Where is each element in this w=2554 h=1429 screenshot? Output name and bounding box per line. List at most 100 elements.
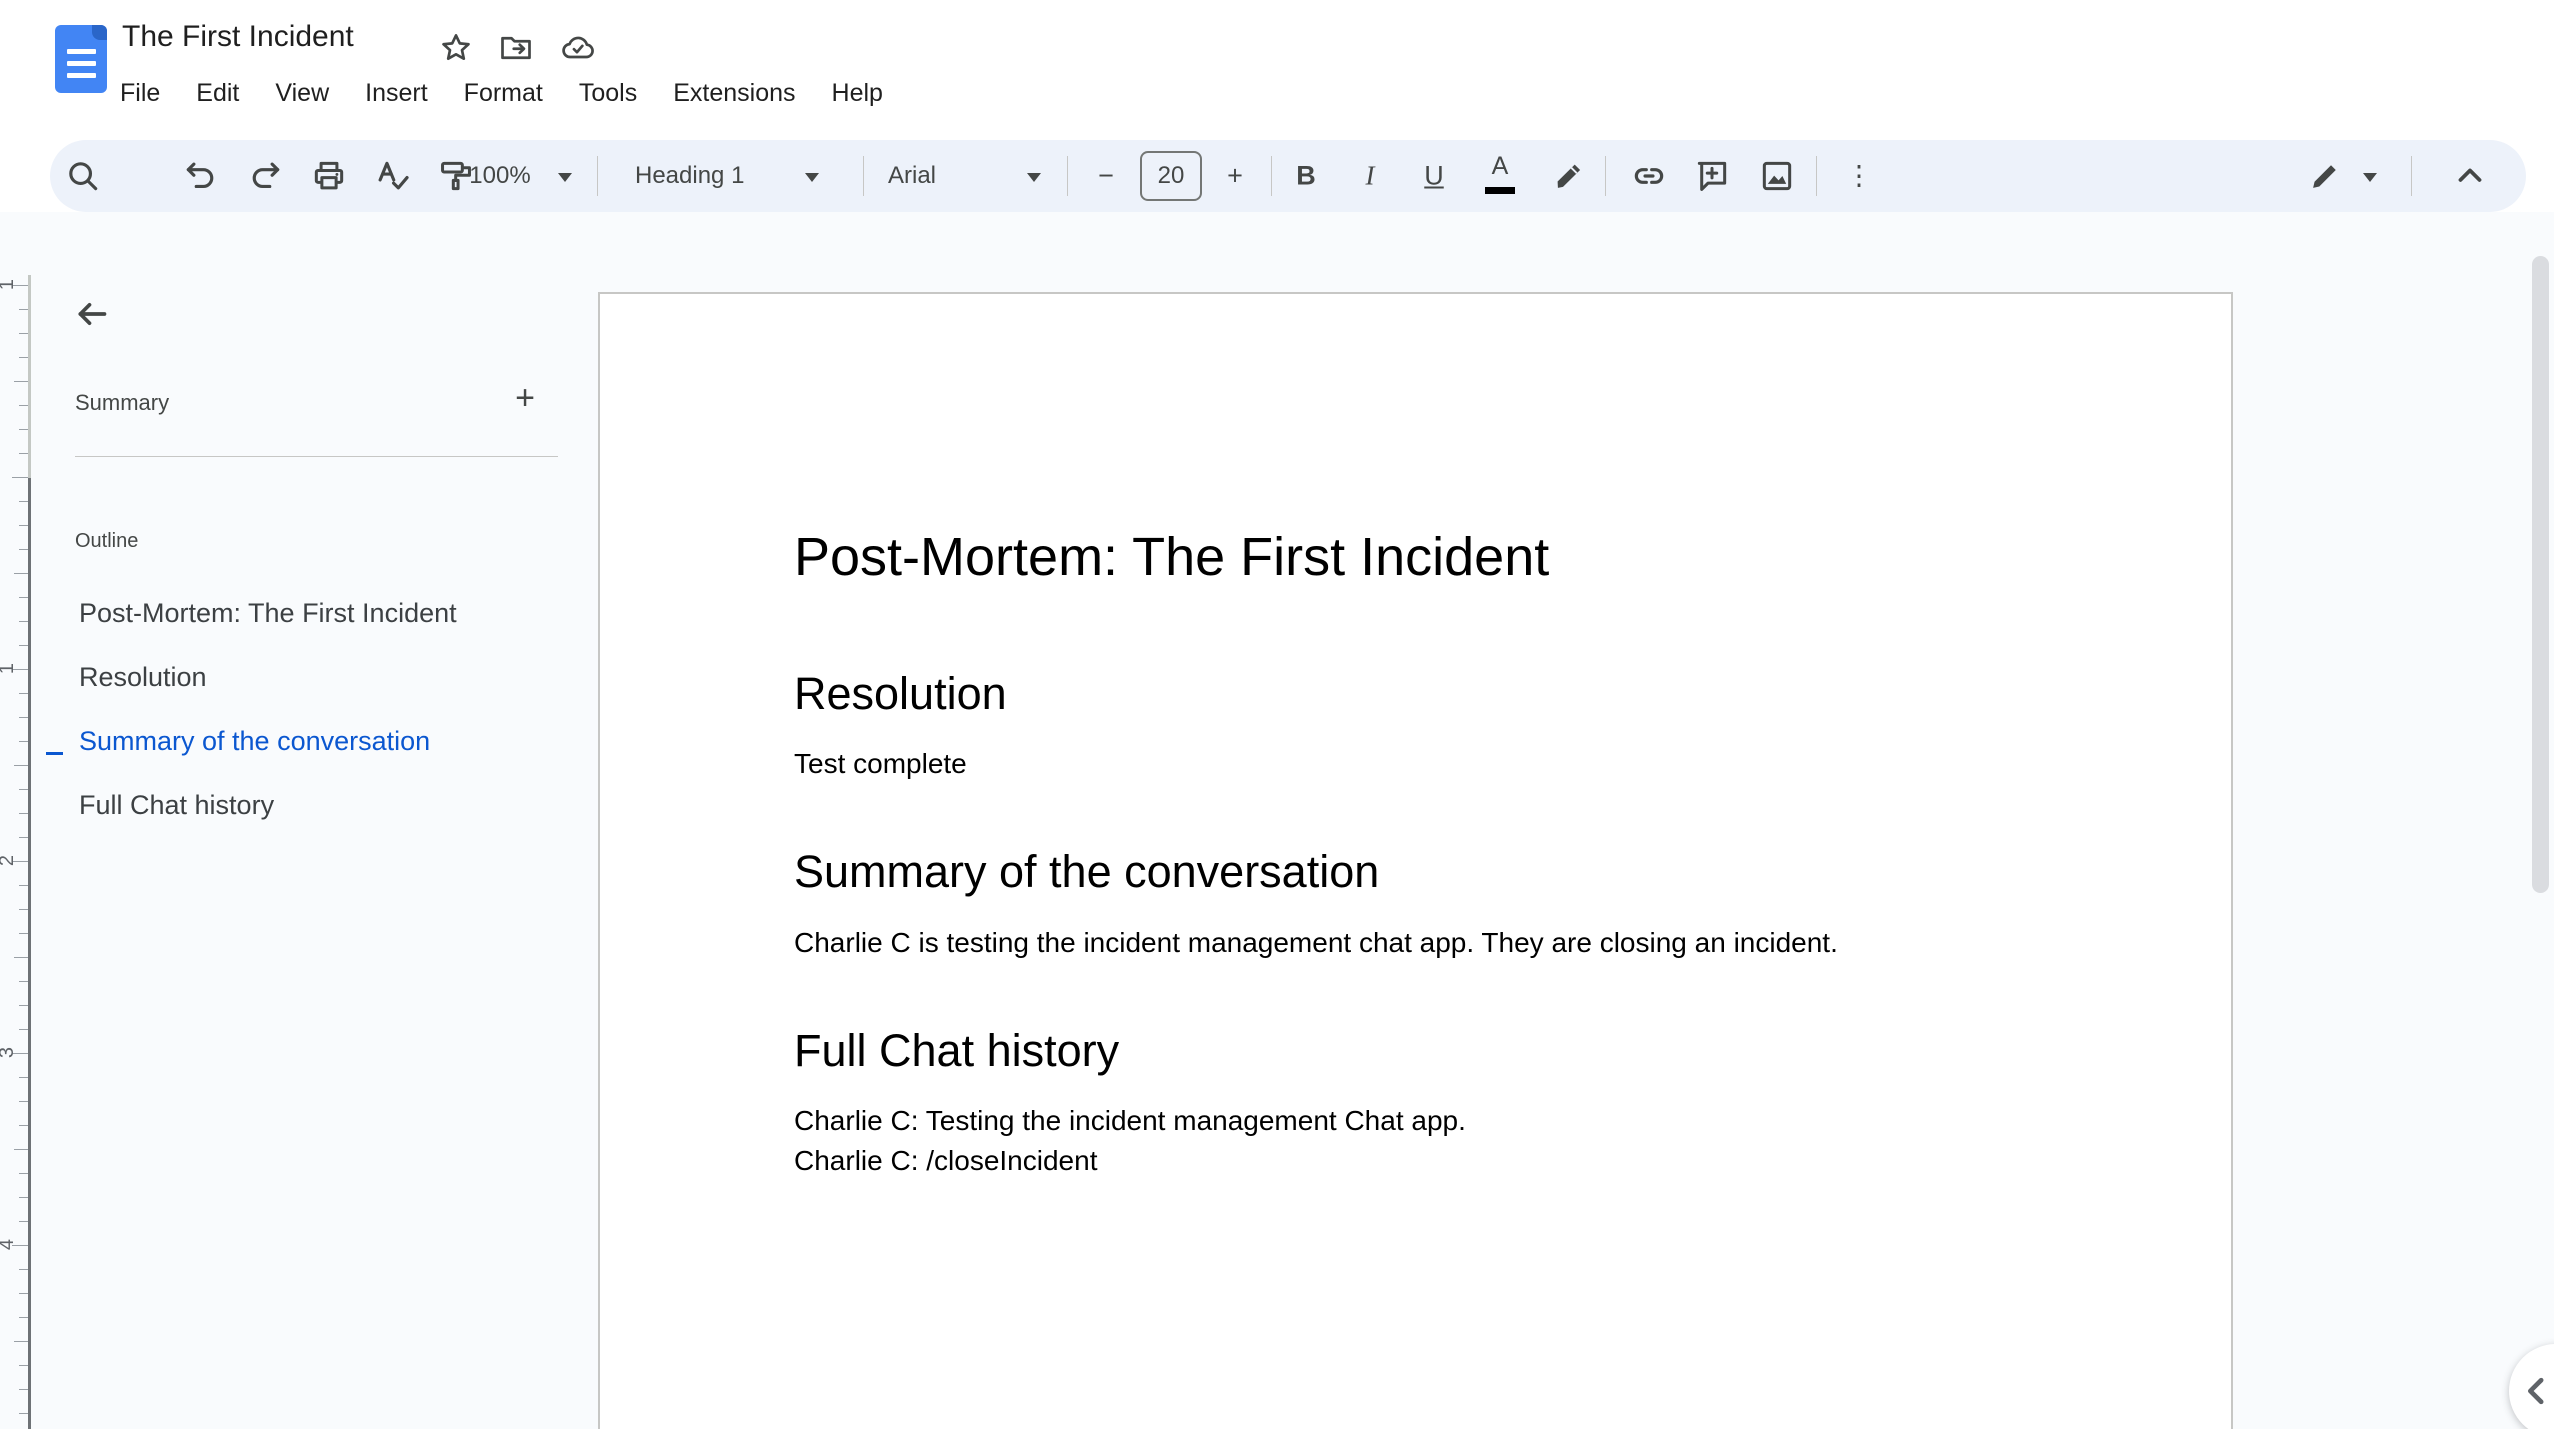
vertical-scrollbar[interactable] (2532, 256, 2549, 893)
ruler-tick (19, 1101, 28, 1102)
menu-tools[interactable]: Tools (579, 76, 637, 110)
move-folder-icon[interactable] (498, 30, 534, 66)
decrease-font-size-button[interactable]: − (1098, 161, 1114, 192)
active-outline-indicator (46, 752, 63, 755)
ruler-tick (19, 1221, 28, 1222)
docs-logo-icon[interactable] (55, 25, 107, 93)
ruler-tick (19, 501, 28, 502)
bold-icon[interactable]: B (1296, 161, 1316, 192)
doc-heading-1[interactable]: Post-Mortem: The First Incident (794, 526, 1549, 588)
ruler-tick (19, 909, 28, 910)
menu-extensions[interactable]: Extensions (673, 76, 795, 110)
doc-paragraph[interactable]: Charlie C: Testing the incident manageme… (794, 1101, 1466, 1141)
spell-check-icon[interactable] (373, 157, 411, 195)
ruler-tick (19, 645, 28, 646)
ruler-tick (19, 885, 28, 886)
more-options-icon[interactable]: ⋮ (1846, 161, 1873, 192)
ruler-margin-segment (28, 275, 31, 478)
doc-heading-resolution[interactable]: Resolution (794, 668, 1007, 720)
increase-font-size-button[interactable]: + (1227, 161, 1243, 192)
ruler-tick (14, 957, 28, 958)
menu-insert[interactable]: Insert (365, 76, 428, 110)
ruler-tick (14, 1149, 28, 1150)
document-title[interactable]: The First Incident (122, 20, 354, 54)
font-select[interactable]: Arial (888, 162, 936, 190)
outline-item[interactable]: Resolution (79, 662, 207, 693)
doc-heading-chat-history[interactable]: Full Chat history (794, 1025, 1119, 1077)
ruler-tick (14, 1341, 28, 1342)
toolbar-divider (2411, 156, 2412, 196)
logo-fold (92, 25, 107, 40)
add-comment-icon[interactable] (1693, 157, 1731, 195)
ruler-tick (19, 1125, 28, 1126)
print-icon[interactable] (310, 157, 348, 195)
google-docs-app: The First Incident File Edit View Insert… (0, 0, 2554, 1429)
doc-paragraph[interactable]: Charlie C is testing the incident manage… (794, 923, 1838, 963)
outline-item[interactable]: Full Chat history (79, 790, 274, 821)
paragraph-style-caret[interactable] (805, 173, 819, 182)
menu-edit[interactable]: Edit (196, 76, 239, 110)
ruler-tick (19, 597, 28, 598)
vertical-ruler[interactable]: 1 1 2 3 4 (0, 271, 46, 1429)
ruler-tick (19, 717, 28, 718)
ruler-tick (19, 789, 28, 790)
ruler-tick (19, 1365, 28, 1366)
outline-label: Outline (75, 530, 139, 552)
menu-format[interactable]: Format (464, 76, 543, 110)
collapse-toolbar-icon[interactable] (2451, 157, 2489, 195)
ruler-tick (19, 429, 28, 430)
ruler-tick (19, 1317, 28, 1318)
doc-paragraph[interactable]: Charlie C: /closeIncident (794, 1141, 1097, 1181)
menu-help[interactable]: Help (832, 76, 883, 110)
ruler-tick (19, 621, 28, 622)
ruler-number: 1 (0, 279, 19, 290)
ruler-tick (19, 333, 28, 334)
editing-mode-icon[interactable] (2306, 157, 2344, 195)
doc-heading-summary[interactable]: Summary of the conversation (794, 846, 1379, 898)
insert-image-icon[interactable] (1758, 157, 1796, 195)
star-icon[interactable] (438, 30, 474, 66)
toolbar-divider (1067, 156, 1068, 196)
redo-icon[interactable] (246, 157, 284, 195)
outline-item[interactable]: Post-Mortem: The First Incident (79, 598, 457, 629)
toolbar-divider (597, 156, 598, 196)
ruler-number: 4 (0, 1239, 19, 1250)
underline-icon[interactable]: U (1424, 161, 1444, 192)
title-actions (438, 30, 598, 66)
top-bar: The First Incident File Edit View Insert… (0, 0, 2554, 140)
paragraph-style-select[interactable]: Heading 1 (635, 162, 744, 190)
search-menus-icon[interactable] (64, 157, 102, 195)
highlight-color-icon[interactable] (1550, 157, 1588, 195)
text-color-icon[interactable]: A (1482, 152, 1518, 198)
italic-icon[interactable]: I (1366, 161, 1375, 192)
panel-divider (75, 456, 558, 457)
ruler-tick (19, 981, 28, 982)
menu-bar: File Edit View Insert Format Tools Exten… (120, 76, 883, 110)
outline-item[interactable]: Summary of the conversation (79, 726, 430, 757)
toolbar-divider (1816, 156, 1817, 196)
zoom-caret[interactable] (558, 173, 572, 182)
ruler-tick (19, 1197, 28, 1198)
menu-view[interactable]: View (275, 76, 329, 110)
logo-line (67, 49, 96, 54)
close-outline-icon[interactable] (72, 294, 112, 334)
ruler-tick (19, 1077, 28, 1078)
ruler-tick (19, 1173, 28, 1174)
formatting-toolbar: 100% Heading 1 Arial − 20 + B I U A ⋮ (50, 140, 2526, 212)
doc-paragraph[interactable]: Test complete (794, 744, 967, 784)
menu-file[interactable]: File (120, 76, 160, 110)
undo-icon[interactable] (182, 157, 220, 195)
document-viewport: Post-Mortem: The First Incident Resoluti… (0, 212, 2554, 1429)
ruler-tick (19, 933, 28, 934)
font-size-input[interactable]: 20 (1140, 151, 1202, 201)
ruler-tick (19, 1269, 28, 1270)
editing-mode-caret[interactable] (2363, 173, 2377, 182)
zoom-select[interactable]: 100% (469, 162, 530, 190)
add-summary-icon[interactable]: + (505, 378, 545, 418)
ruler-tick (19, 813, 28, 814)
cloud-saved-icon[interactable] (558, 30, 598, 66)
text-color-swatch (1485, 187, 1515, 194)
document-page[interactable]: Post-Mortem: The First Incident Resoluti… (598, 292, 2233, 1429)
font-caret[interactable] (1027, 173, 1041, 182)
insert-link-icon[interactable] (1630, 157, 1668, 195)
